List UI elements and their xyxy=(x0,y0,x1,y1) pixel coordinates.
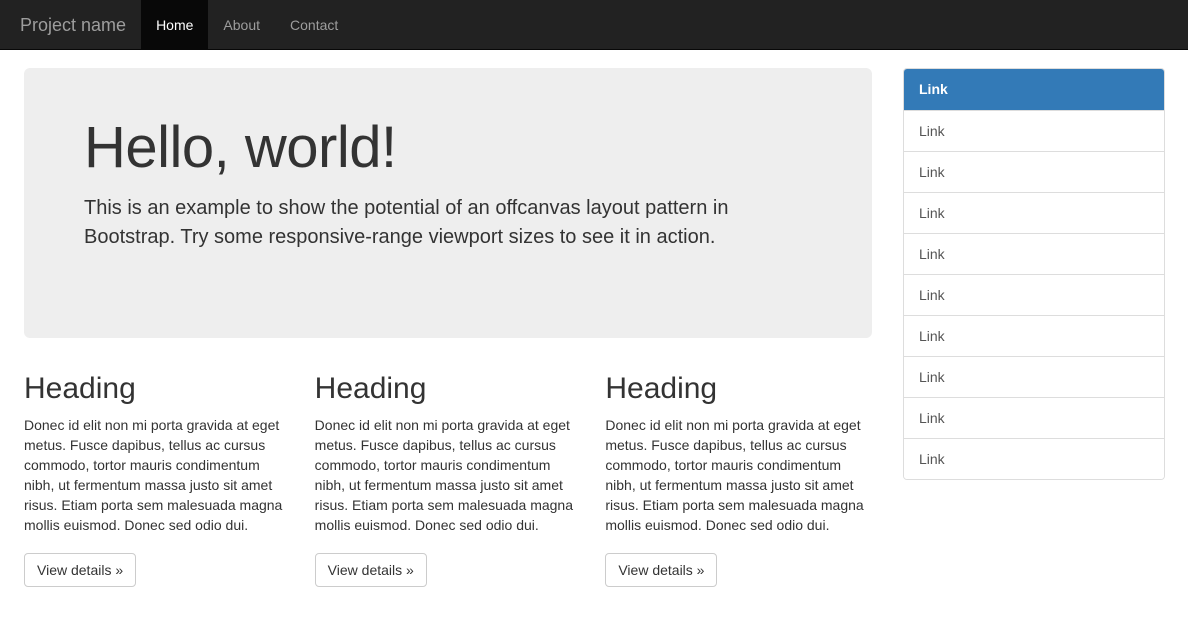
sidebar-item-link-7[interactable]: Link xyxy=(904,315,1164,356)
navbar-brand[interactable]: Project name xyxy=(5,0,141,50)
navbar-item-home: Home xyxy=(141,0,209,50)
sidebar-item-link-6[interactable]: Link xyxy=(904,274,1164,315)
feature-columns: Heading Donec id elit non mi porta gravi… xyxy=(24,366,896,587)
top-navbar: Project name Home About Contact xyxy=(0,0,1188,50)
sidebar-item-link-1[interactable]: Link xyxy=(904,69,1164,110)
page-container: Hello, world! This is an example to show… xyxy=(0,50,1188,624)
sidebar: Link Link Link Link Link Link Link Link … xyxy=(903,68,1165,480)
view-details-button-1[interactable]: View details » xyxy=(24,553,137,587)
navbar-item-contact: Contact xyxy=(275,0,353,50)
feature-column-1: Heading Donec id elit non mi porta gravi… xyxy=(24,366,315,587)
nav-link-about[interactable]: About xyxy=(208,0,275,50)
feature-heading-3: Heading xyxy=(605,372,718,405)
view-details-button-2[interactable]: View details » xyxy=(314,553,427,587)
sidebar-item-link-5[interactable]: Link xyxy=(904,233,1164,274)
nav-link-home[interactable]: Home xyxy=(141,0,209,50)
feature-heading-2: Heading xyxy=(314,372,427,405)
sidebar-list-group: Link Link Link Link Link Link Link Link … xyxy=(903,68,1165,480)
feature-body-2: Donec id elit non mi porta gravida at eg… xyxy=(314,417,574,533)
sidebar-item-link-8[interactable]: Link xyxy=(904,356,1164,397)
feature-column-3: Heading Donec id elit non mi porta gravi… xyxy=(605,366,896,587)
page-title: Hello, world! xyxy=(84,115,397,180)
feature-column-2: Heading Donec id elit non mi porta gravi… xyxy=(314,366,606,587)
navbar-item-about: About xyxy=(208,0,275,50)
view-details-button-3[interactable]: View details » xyxy=(605,553,718,587)
sidebar-item-link-9[interactable]: Link xyxy=(904,397,1164,438)
nav-link-contact[interactable]: Contact xyxy=(275,0,353,50)
navbar-nav: Home About Contact xyxy=(141,0,353,50)
sidebar-item-link-4[interactable]: Link xyxy=(904,192,1164,233)
feature-body-3: Donec id elit non mi porta gravida at eg… xyxy=(605,417,864,533)
sidebar-item-link-3[interactable]: Link xyxy=(904,151,1164,192)
feature-heading-1: Heading xyxy=(24,372,136,405)
feature-body-1: Donec id elit non mi porta gravida at eg… xyxy=(24,417,283,533)
sidebar-item-link-2[interactable]: Link xyxy=(904,110,1164,151)
jumbotron-lead-text: This is an example to show the potential… xyxy=(84,196,729,248)
sidebar-item-link-10[interactable]: Link xyxy=(904,438,1164,479)
jumbotron-hero: Hello, world! This is an example to show… xyxy=(24,68,872,338)
